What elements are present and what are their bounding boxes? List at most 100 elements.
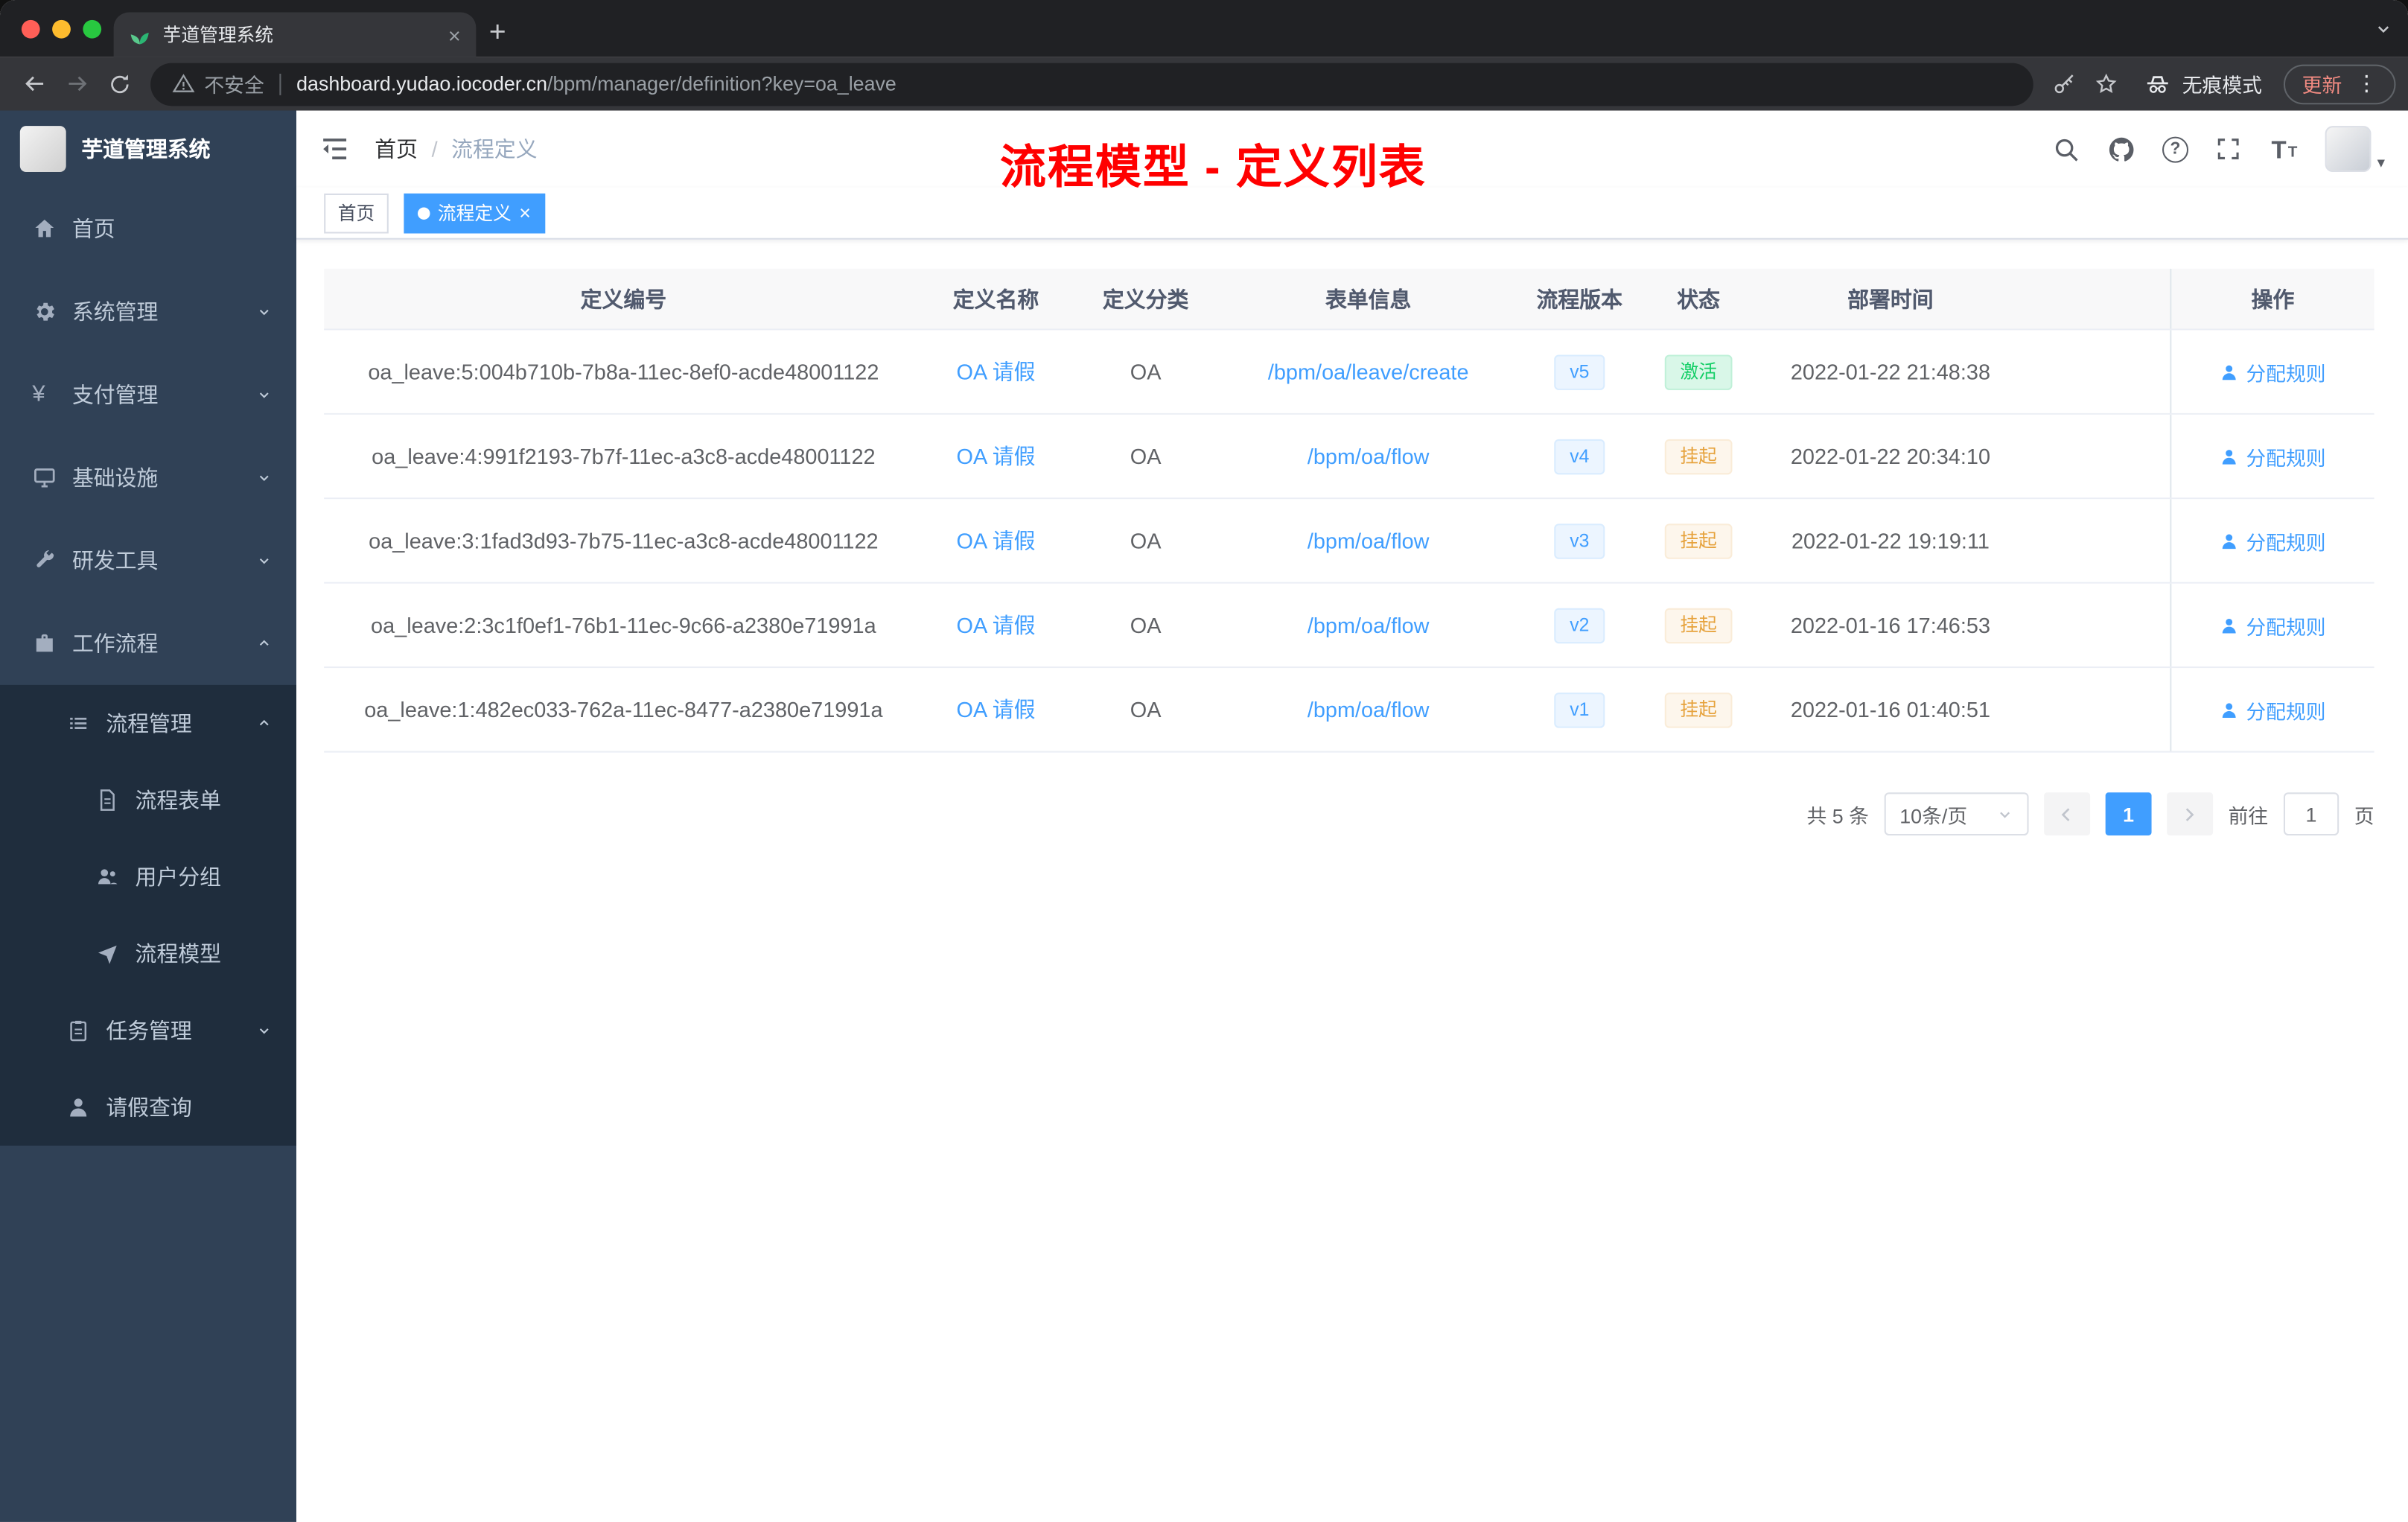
definition-category: OA <box>1130 697 1162 722</box>
sidebar-item-process-management[interactable]: 流程管理 <box>0 685 296 762</box>
definition-name-link[interactable]: OA 请假 <box>957 694 1036 725</box>
logo-avatar <box>19 126 66 172</box>
security-label[interactable]: 不安全 <box>204 69 264 98</box>
status-tag: 挂起 <box>1664 523 1733 558</box>
column-header-status: 状态 <box>1677 286 1720 311</box>
sidebar-item-label: 流程表单 <box>135 788 222 813</box>
definition-name-link[interactable]: OA 请假 <box>957 441 1036 471</box>
page-size-select[interactable]: 10条/页 <box>1884 792 2029 835</box>
column-header-deploy-time: 部署时间 <box>1847 286 1934 311</box>
next-page-button[interactable] <box>2167 792 2213 835</box>
form-info-link[interactable]: /bpm/oa/flow <box>1307 444 1430 468</box>
breadcrumb-current: 流程定义 <box>451 136 538 162</box>
prev-page-button[interactable] <box>2044 792 2090 835</box>
assign-rule-link[interactable]: 分配规则 <box>2220 695 2326 724</box>
sidebar-item-system-management[interactable]: 系统管理 <box>0 270 296 353</box>
row-filler <box>2029 584 2170 666</box>
form-info-link[interactable]: /bpm/oa/leave/create <box>1268 360 1469 384</box>
back-button[interactable] <box>13 63 56 106</box>
definition-name-link[interactable]: OA 请假 <box>957 357 1036 387</box>
sidebar-item-process-model[interactable]: 流程模型 <box>0 915 296 992</box>
tag-process-definition[interactable]: 流程定义 × <box>404 192 545 233</box>
new-tab-button[interactable]: + <box>476 13 519 56</box>
page-body: 定义编号 定义名称 定义分类 表单信息 流程版本 状态 部署时间 操作 oa_l… <box>296 240 2408 1522</box>
chevron-down-icon <box>255 551 273 570</box>
incognito-label: 无痕模式 <box>2182 74 2263 97</box>
incognito-icon <box>2144 70 2171 98</box>
search-icon[interactable] <box>2051 134 2080 163</box>
update-label: 更新 <box>2302 74 2342 97</box>
sidebar-item-user-group[interactable]: 用户分组 <box>0 838 296 915</box>
fullscreen-icon[interactable] <box>2214 134 2243 163</box>
gear-icon <box>32 299 57 324</box>
reload-button[interactable] <box>98 63 141 106</box>
version-tag: v1 <box>1554 692 1605 727</box>
sidebar-item-workflow[interactable]: 工作流程 <box>0 602 296 685</box>
definition-name-link[interactable]: OA 请假 <box>957 610 1036 640</box>
help-icon[interactable]: ? <box>2162 136 2188 162</box>
goto-page-input[interactable] <box>2283 792 2339 835</box>
form-info-link[interactable]: /bpm/oa/flow <box>1307 529 1430 553</box>
tab-search-chevron-icon[interactable] <box>2374 20 2393 39</box>
sidebar-item-payment-management[interactable]: ¥ 支付管理 <box>0 353 296 436</box>
monitor-icon <box>32 465 57 490</box>
browser-tab[interactable]: 芋道管理系统 × <box>113 12 477 57</box>
password-key-icon[interactable] <box>2042 63 2086 106</box>
document-icon <box>95 788 120 812</box>
main-layout: 芋道管理系统 首页 系统管理 ¥ 支付管理 基础设施 研发工具 工作流程 流程管… <box>0 110 2408 1522</box>
assign-rule-link[interactable]: 分配规则 <box>2220 526 2326 555</box>
table-row: oa_leave:1:482ec033-762a-11ec-8477-a2380… <box>324 668 2374 753</box>
address-bar[interactable]: 不安全 dashboard.yudao.iocoder.cn/bpm/manag… <box>150 62 2033 106</box>
definition-name-link[interactable]: OA 请假 <box>957 525 1036 555</box>
definition-category: OA <box>1130 528 1162 553</box>
sidebar-item-label: 基础设施 <box>71 465 159 490</box>
version-tag: v4 <box>1554 438 1605 474</box>
zoom-window-button[interactable] <box>83 19 102 39</box>
breadcrumb: 首页 / 流程定义 <box>375 133 537 164</box>
sidebar-item-infrastructure[interactable]: 基础设施 <box>0 436 296 519</box>
definition-id: oa_leave:2:3c1f0ef1-76b1-11ec-9c66-a2380… <box>371 612 876 637</box>
chevron-down-icon <box>255 302 273 321</box>
current-page-button[interactable]: 1 <box>2105 792 2152 835</box>
sidebar-item-task-management[interactable]: 任务管理 <box>0 992 296 1069</box>
bookmark-star-icon[interactable] <box>2086 63 2129 106</box>
deploy-time: 2022-01-22 19:19:11 <box>1791 528 1990 553</box>
traffic-lights <box>21 19 102 39</box>
browser-update-menu-button[interactable]: 更新 ⋮ <box>2283 63 2396 104</box>
minimize-window-button[interactable] <box>52 19 71 39</box>
sidebar-collapse-icon[interactable] <box>319 133 350 164</box>
assign-rule-link[interactable]: 分配规则 <box>2220 357 2326 386</box>
row-filler <box>2029 415 2170 497</box>
forward-button[interactable] <box>55 63 98 106</box>
deploy-time: 2022-01-22 21:48:38 <box>1790 359 1990 384</box>
status-tag: 挂起 <box>1664 438 1733 474</box>
sidebar-item-dev-tools[interactable]: 研发工具 <box>0 519 296 602</box>
assign-rule-link[interactable]: 分配规则 <box>2220 611 2326 640</box>
close-window-button[interactable] <box>21 19 40 39</box>
tab-close-icon[interactable]: × <box>448 22 461 47</box>
sidebar-logo[interactable]: 芋道管理系统 <box>0 111 296 188</box>
definition-category: OA <box>1130 612 1162 637</box>
form-info-link[interactable]: /bpm/oa/flow <box>1307 613 1430 637</box>
form-info-link[interactable]: /bpm/oa/flow <box>1307 697 1430 722</box>
column-header-actions: 操作 <box>2170 268 2374 329</box>
sidebar-item-home[interactable]: 首页 <box>0 188 296 270</box>
tag-close-icon[interactable]: × <box>519 203 531 223</box>
version-tag: v5 <box>1554 354 1605 389</box>
sidebar-item-leave-query[interactable]: 请假查询 <box>0 1069 296 1146</box>
user-avatar-menu[interactable]: ▾ <box>2325 126 2385 172</box>
github-icon[interactable] <box>2107 134 2136 163</box>
url-host: dashboard.yudao.iocoder.cn <box>296 71 548 95</box>
breadcrumb-home[interactable]: 首页 <box>375 133 418 164</box>
table-row: oa_leave:2:3c1f0ef1-76b1-11ec-9c66-a2380… <box>324 583 2374 669</box>
version-tag: v3 <box>1554 523 1605 558</box>
status-tag: 挂起 <box>1664 607 1733 643</box>
not-secure-warning-icon <box>172 72 195 95</box>
tag-home[interactable]: 首页 <box>324 192 389 233</box>
browser-window: 芋道管理系统 × + 不安全 dashboard.yudao.iocoder.c… <box>0 0 2408 1522</box>
assign-rule-link[interactable]: 分配规则 <box>2220 442 2326 471</box>
user-icon <box>2220 615 2240 635</box>
sidebar-item-process-form[interactable]: 流程表单 <box>0 762 296 838</box>
font-size-icon[interactable]: TT <box>2270 134 2299 163</box>
site-favicon-icon <box>129 24 150 45</box>
